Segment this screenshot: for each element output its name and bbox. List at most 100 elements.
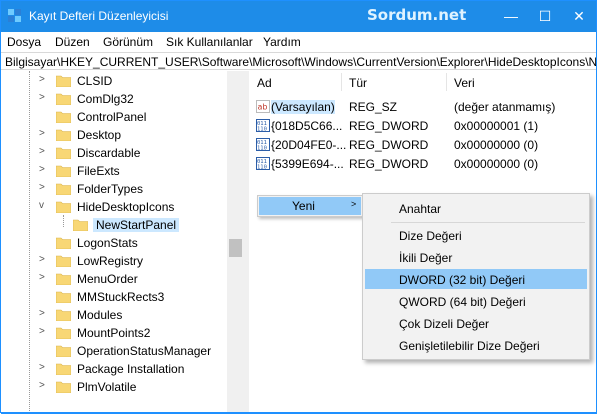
window-title: Kayıt Defteri Düzenleyicisi xyxy=(29,9,169,23)
svg-text:110: 110 xyxy=(257,127,267,133)
tree-item-mmstuckrects3[interactable]: MMStuckRects3 xyxy=(1,288,244,306)
value-row[interactable]: 011 110 {20D04FE0-... REG_DWORD 0x00000000 (… xyxy=(249,136,596,154)
maximize-button[interactable]: ☐ xyxy=(528,1,562,32)
chevron-right-icon[interactable]: > xyxy=(39,92,45,103)
tree-item-label: MountPoints2 xyxy=(77,326,151,340)
svg-text:ab: ab xyxy=(258,103,268,112)
submenu-item-label: Genişletilebilir Dize Değeri xyxy=(399,339,540,353)
brand-watermark: Sordum.net xyxy=(367,6,467,24)
chevron-right-icon[interactable]: > xyxy=(39,128,45,139)
folder-icon xyxy=(56,255,71,267)
tree-item-label: Package Installation xyxy=(77,362,185,376)
tree-item-modules[interactable]: > Modules xyxy=(1,306,244,324)
value-type: REG_DWORD xyxy=(349,157,429,171)
column-divider[interactable] xyxy=(446,73,447,91)
chevron-right-icon[interactable]: > xyxy=(39,326,45,337)
folder-icon xyxy=(56,309,71,321)
tree-item-label: MMStuckRects3 xyxy=(77,290,165,304)
submenu-item-ok-dizeli-de-er[interactable]: Çok Dizeli Değer xyxy=(365,313,587,333)
column-header-name[interactable]: Ad xyxy=(257,76,272,90)
tree-item-desktop[interactable]: > Desktop xyxy=(1,126,244,144)
tree-item-plmvolatile[interactable]: > PlmVolatile xyxy=(1,378,244,396)
chevron-right-icon[interactable]: > xyxy=(39,362,45,373)
menu-duzen[interactable]: Düzen xyxy=(55,35,90,49)
tree-item-label: Desktop xyxy=(77,128,122,142)
tree-item-menuorder[interactable]: > MenuOrder xyxy=(1,270,244,288)
chevron-right-icon[interactable]: > xyxy=(39,146,45,157)
folder-icon xyxy=(56,183,71,195)
tree-item-package-installation[interactable]: > Package Installation xyxy=(1,360,244,378)
submenu-item-qword-64-bit-de-eri[interactable]: QWORD (64 bit) Değeri xyxy=(365,291,587,311)
chevron-right-icon[interactable]: > xyxy=(39,308,45,319)
value-row[interactable]: 011 110 {018D5C66... REG_DWORD 0x00000001 (1… xyxy=(249,117,596,135)
menu-yardim[interactable]: Yardım xyxy=(263,35,301,49)
submenu-item-dize-de-eri[interactable]: Dize Değeri xyxy=(365,225,587,245)
context-menu-new[interactable]: Yeni > xyxy=(259,197,361,215)
tree-item-label: HideDesktopIcons xyxy=(77,200,175,214)
chevron-right-icon[interactable]: > xyxy=(39,380,45,391)
tree-item-lowregistry[interactable]: > LowRegistry xyxy=(1,252,244,270)
tree-item-operationstatusmanager[interactable]: OperationStatusManager xyxy=(1,342,244,360)
binary-value-icon: 011110 xyxy=(256,119,270,132)
column-divider[interactable] xyxy=(341,73,342,91)
folder-icon xyxy=(56,129,71,141)
submenu-item-key[interactable]: Anahtar xyxy=(365,198,587,218)
tree-item-foldertypes[interactable]: > FolderTypes xyxy=(1,180,244,198)
close-button[interactable]: ✕ xyxy=(562,1,596,32)
tree-item-label: MenuOrder xyxy=(77,272,138,286)
tree-item-label: Discardable xyxy=(77,146,141,160)
menu-bar: Dosya Düzen Görünüm Sık Kullanılanlar Ya… xyxy=(1,32,596,52)
tree-item-fileexts[interactable]: > FileExts xyxy=(1,162,244,180)
tree-item-label: Modules xyxy=(77,308,123,322)
chevron-right-icon[interactable]: > xyxy=(39,254,45,265)
value-name: {018D5C66... xyxy=(271,119,343,133)
tree-scrollbar[interactable] xyxy=(227,71,244,413)
folder-icon xyxy=(56,147,71,159)
tree-item-newstartpanel[interactable]: NewStartPanel xyxy=(1,216,244,234)
folder-icon xyxy=(56,111,71,123)
folder-icon xyxy=(56,201,71,213)
submenu-item-label: DWORD (32 bit) Değeri xyxy=(399,273,526,287)
tree-item-label: OperationStatusManager xyxy=(77,344,212,358)
binary-value-icon: 011110 xyxy=(256,157,270,170)
tree-item-comdlg32[interactable]: > ComDlg32 xyxy=(1,90,244,108)
tree-item-hidedesktopicons[interactable]: v HideDesktopIcons xyxy=(1,198,244,216)
value-data: 0x00000000 (0) xyxy=(454,138,539,152)
title-bar[interactable]: Kayıt Defteri Düzenleyicisi Sordum.net —… xyxy=(1,1,596,32)
submenu-item-geni-letilebilir-dize-de-eri[interactable]: Genişletilebilir Dize Değeri xyxy=(365,335,587,355)
submenu-item-i-kili-de-er[interactable]: İkili Değer xyxy=(365,247,587,267)
submenu-item-label: Anahtar xyxy=(399,202,442,216)
submenu-item-dword-32-bit-de-eri[interactable]: DWORD (32 bit) Değeri xyxy=(365,269,587,289)
column-header-type[interactable]: Tür xyxy=(349,76,367,90)
tree-item-mountpoints2[interactable]: > MountPoints2 xyxy=(1,324,244,342)
tree-item-label: ComDlg32 xyxy=(77,92,134,106)
chevron-right-icon[interactable]: > xyxy=(39,74,45,85)
value-data: (değer atanmamış) xyxy=(454,100,556,114)
binary-value-icon: 011110 xyxy=(256,138,270,151)
menu-dosya[interactable]: Dosya xyxy=(7,35,41,49)
chevron-down-icon[interactable]: v xyxy=(39,200,44,211)
registry-editor-window: Kayıt Defteri Düzenleyicisi Sordum.net —… xyxy=(0,0,597,414)
chevron-right-icon[interactable]: > xyxy=(39,272,45,283)
tree-item-logonstats[interactable]: LogonStats xyxy=(1,234,244,252)
value-row[interactable]: ab (Varsayılan) REG_SZ (değer atanmamış) xyxy=(249,98,596,116)
menu-sik-kullanilanlar[interactable]: Sık Kullanılanlar xyxy=(166,35,253,49)
context-menu: Yeni > xyxy=(257,195,363,217)
folder-icon xyxy=(56,381,71,393)
value-row[interactable]: 011 110 {5399E694-... REG_DWORD 0x00000000 (… xyxy=(249,155,596,173)
chevron-right-icon[interactable]: > xyxy=(39,182,45,193)
tree-item-clsid[interactable]: > CLSID xyxy=(1,72,244,90)
value-name: (Varsayılan) xyxy=(271,100,335,114)
tree-item-discardable[interactable]: > Discardable xyxy=(1,144,244,162)
address-bar[interactable]: Bilgisayar\HKEY_CURRENT_USER\Software\Mi… xyxy=(1,52,596,70)
folder-icon xyxy=(56,327,71,339)
menu-gorunum[interactable]: Görünüm xyxy=(103,35,153,49)
folder-icon xyxy=(56,345,71,357)
chevron-right-icon[interactable]: > xyxy=(39,164,45,175)
value-type: REG_DWORD xyxy=(349,119,429,133)
column-header-data[interactable]: Veri xyxy=(454,76,475,90)
tree-item-controlpanel[interactable]: ControlPanel xyxy=(1,108,244,126)
svg-text:110: 110 xyxy=(257,146,267,152)
minimize-button[interactable]: — xyxy=(494,1,528,32)
tree-scrollbar-thumb[interactable] xyxy=(229,239,242,257)
